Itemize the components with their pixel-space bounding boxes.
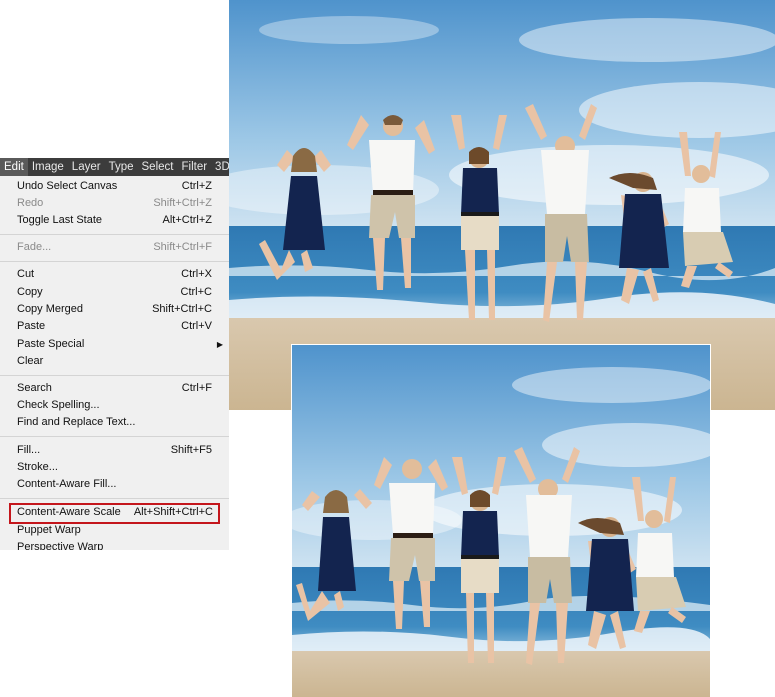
menu-separator [0,234,229,235]
menu-item-paste[interactable]: Paste Ctrl+V [0,318,229,335]
beach-family-photo-scaled-icon [292,345,710,697]
menu-item-shortcut: Ctrl+F [181,382,212,394]
menu-item-redo[interactable]: Redo Shift+Ctrl+Z [0,195,229,212]
menu-item-label: Paste Special [17,338,85,350]
menu-item-stroke[interactable]: Stroke... [0,459,229,476]
scaled-photo [292,345,710,697]
submenu-arrow-icon: ▶ [216,340,223,349]
menu-item-shortcut: Ctrl+Z [181,180,212,192]
menu-item-search[interactable]: Search Ctrl+F [0,380,229,397]
menu-item-shortcut: Shift+F5 [170,444,212,456]
menu-item-label: Puppet Warp [17,524,81,536]
menu-item-label: Copy Merged [17,303,84,315]
menu-item-label: Perspective Warp [17,541,104,550]
menu-item-label: Search [17,382,52,394]
menu-type[interactable]: Type [105,158,138,176]
menu-item-shortcut: Shift+Ctrl+F [153,241,212,253]
menu-item-perspective-warp[interactable]: Perspective Warp [0,539,229,550]
menu-item-check-spelling[interactable]: Check Spelling... [0,397,229,414]
menu-item-undo[interactable]: Undo Select Canvas Ctrl+Z [0,178,229,195]
menu-item-label: Paste [17,320,46,332]
menu-item-label: Undo Select Canvas [17,180,118,192]
menu-item-label: Clear [17,355,44,367]
menu-item-clear[interactable]: Clear [0,353,229,370]
menu-item-copy-merged[interactable]: Copy Merged Shift+Ctrl+C [0,301,229,318]
menu-separator [0,498,229,499]
menu-item-shortcut: Shift+Ctrl+C [152,303,212,315]
menu-item-fill[interactable]: Fill... Shift+F5 [0,442,229,459]
menu-layer[interactable]: Layer [68,158,105,176]
menu-item-label: Check Spelling... [17,399,100,411]
menu-separator [0,436,229,437]
menu-item-label: Cut [17,268,35,280]
menu-item-find-replace[interactable]: Find and Replace Text... [0,414,229,431]
menu-item-puppet-warp[interactable]: Puppet Warp [0,522,229,539]
menu-edit[interactable]: Edit [0,158,28,176]
menu-item-shortcut: Ctrl+C [180,286,212,298]
menu-item-label: Redo [17,197,44,209]
menu-item-fade[interactable]: Fade... Shift+Ctrl+F [0,239,229,256]
menu-select[interactable]: Select [138,158,178,176]
menu-item-label: Toggle Last State [17,214,103,226]
menu-item-shortcut: Shift+Ctrl+Z [153,197,212,209]
menu-item-copy[interactable]: Copy Ctrl+C [0,284,229,301]
edit-menu-dropdown: Undo Select Canvas Ctrl+Z Redo Shift+Ctr… [0,176,229,550]
menu-item-label: Stroke... [17,461,58,473]
menu-3d[interactable]: 3D [211,158,229,176]
menu-item-label: Copy [17,286,43,298]
menu-filter[interactable]: Filter [177,158,211,176]
menu-separator [0,261,229,262]
menu-item-shortcut: Ctrl+X [181,268,212,280]
menu-item-toggle-last-state[interactable]: Toggle Last State Alt+Ctrl+Z [0,212,229,229]
menu-separator [0,375,229,376]
menu-item-cut[interactable]: Cut Ctrl+X [0,266,229,283]
menu-image[interactable]: Image [28,158,68,176]
menu-item-label: Content-Aware Fill... [17,478,117,490]
menu-item-label: Fade... [17,241,52,253]
menu-item-content-aware-fill[interactable]: Content-Aware Fill... [0,476,229,493]
menu-bar: Edit Image Layer Type Select Filter 3D [0,158,229,176]
menu-item-paste-special[interactable]: Paste Special ▶ [0,336,229,353]
menu-item-label: Fill... [17,444,41,456]
menu-item-label: Find and Replace Text... [17,416,136,428]
highlight-box [9,503,220,524]
menu-item-shortcut: Alt+Ctrl+Z [162,214,212,226]
menu-item-shortcut: Ctrl+V [181,320,212,332]
